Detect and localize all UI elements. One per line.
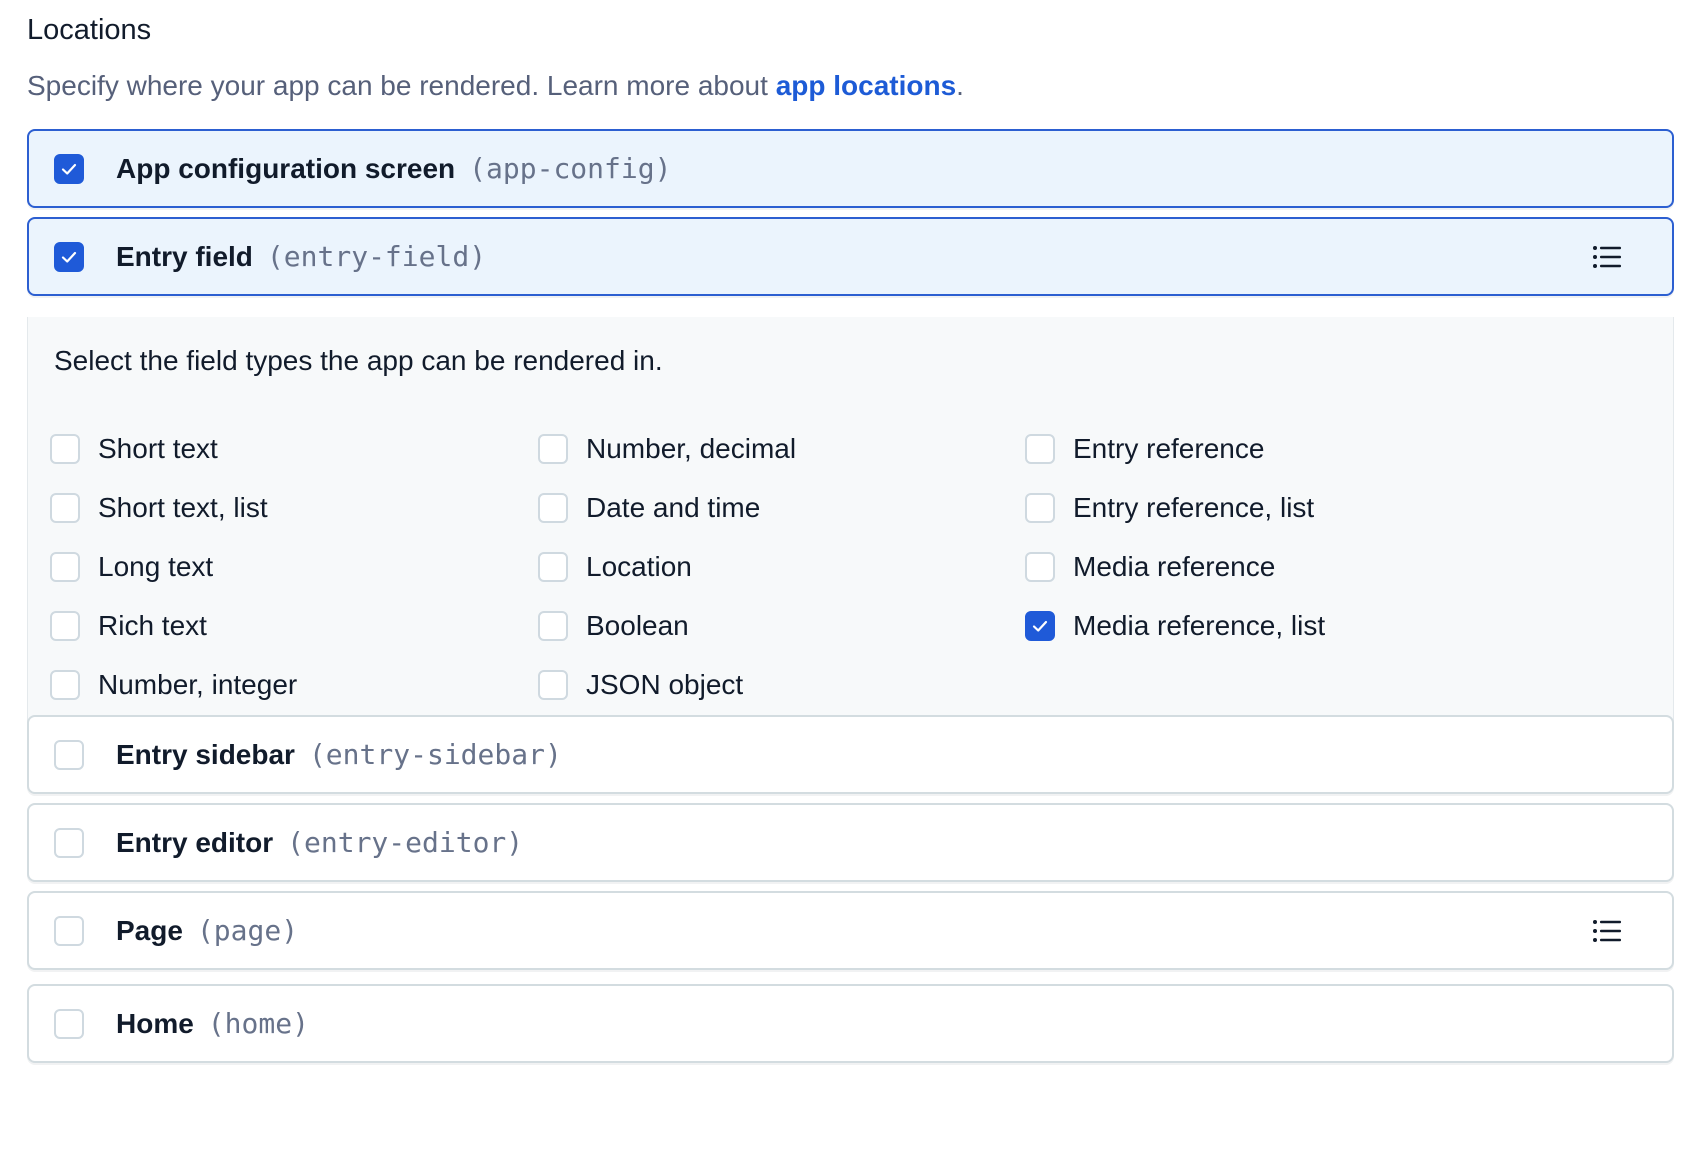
check-icon (61, 163, 77, 175)
field-type-checkbox[interactable] (1025, 611, 1055, 641)
field-type-option[interactable]: Number, decimal (538, 429, 796, 469)
field-type-option[interactable]: Long text (50, 547, 213, 587)
field-type-label: Number, integer (98, 669, 298, 700)
field-type-label: Date and time (586, 492, 761, 523)
location-label: App configuration screen (116, 152, 456, 184)
location-code: (entry-sidebar) (308, 738, 562, 771)
field-type-option[interactable]: Entry reference (1025, 429, 1264, 469)
location-label: Entry editor (116, 826, 274, 858)
field-type-label: Media reference, list (1073, 610, 1326, 641)
location-entry-field[interactable]: Entry field (entry-field) (27, 217, 1674, 296)
field-type-checkbox[interactable] (1025, 434, 1055, 464)
section-title: Locations (27, 14, 152, 46)
field-type-checkbox[interactable] (1025, 493, 1055, 523)
field-type-option[interactable]: Rich text (50, 606, 207, 646)
location-label: Home (116, 1007, 194, 1039)
app-locations-link[interactable]: app locations (776, 70, 956, 101)
location-code: (home) (207, 1007, 309, 1040)
field-type-option[interactable]: Short text, list (50, 488, 268, 528)
field-type-label: JSON object (586, 669, 744, 700)
field-type-label: Entry reference, list (1073, 492, 1315, 523)
field-type-label: Location (586, 551, 692, 582)
location-page[interactable]: Page (page) (27, 891, 1674, 970)
field-type-label: Short text (98, 433, 218, 464)
field-type-label: Boolean (586, 610, 689, 641)
location-code: (entry-field) (266, 240, 487, 273)
field-type-option[interactable]: Number, integer (50, 665, 297, 705)
location-label: Entry sidebar (116, 738, 295, 770)
location-code: (entry-editor) (287, 826, 524, 859)
section-description: Specify where your app can be rendered. … (27, 70, 964, 102)
check-icon (61, 251, 77, 263)
field-type-label: Entry reference (1073, 433, 1265, 464)
field-type-option[interactable]: Location (538, 547, 692, 587)
location-label: Page (116, 914, 183, 946)
field-type-checkbox[interactable] (538, 552, 568, 582)
field-type-checkbox[interactable] (50, 493, 80, 523)
list-icon[interactable] (1592, 919, 1622, 943)
location-entry-editor[interactable]: Entry editor (entry-editor) (27, 803, 1674, 882)
field-type-option[interactable]: Short text (50, 429, 218, 469)
field-type-option[interactable]: Date and time (538, 488, 760, 528)
field-type-label: Long text (98, 551, 214, 582)
page-checkbox[interactable] (54, 915, 84, 946)
description-text: Specify where your app can be rendered. … (27, 70, 776, 101)
list-icon[interactable] (1592, 245, 1622, 269)
entry-sidebar-checkbox[interactable] (54, 739, 84, 770)
field-type-checkbox[interactable] (1025, 552, 1055, 582)
field-type-checkbox[interactable] (538, 434, 568, 464)
field-type-option[interactable]: Boolean (538, 606, 689, 646)
location-label: Entry field (116, 240, 253, 272)
field-type-option[interactable]: JSON object (538, 665, 743, 705)
field-type-label: Short text, list (98, 492, 268, 523)
field-type-checkbox[interactable] (538, 611, 568, 641)
field-type-checkbox[interactable] (50, 552, 80, 582)
field-type-option[interactable]: Media reference (1025, 547, 1275, 587)
field-type-label: Number, decimal (586, 433, 797, 464)
field-types-hint: Select the field types the app can be re… (54, 345, 663, 376)
location-code: (page) (196, 914, 299, 947)
field-type-label: Media reference (1073, 551, 1276, 582)
entry-editor-checkbox[interactable] (54, 827, 84, 858)
field-types-panel: Select the field types the app can be re… (27, 317, 1674, 763)
field-type-option[interactable]: Media reference, list (1025, 606, 1325, 646)
location-app-config[interactable]: App configuration screen (app-config) (27, 129, 1674, 208)
field-type-label: Rich text (98, 610, 207, 641)
field-type-option[interactable]: Entry reference, list (1025, 488, 1314, 528)
field-type-checkbox[interactable] (50, 670, 80, 700)
location-code: (app-config) (469, 152, 672, 185)
home-checkbox[interactable] (54, 1008, 84, 1039)
field-type-checkbox[interactable] (50, 434, 80, 464)
description-suffix: . (956, 70, 964, 101)
field-type-checkbox[interactable] (50, 611, 80, 641)
entry-field-checkbox[interactable] (54, 241, 84, 272)
field-type-checkbox[interactable] (538, 493, 568, 523)
location-home[interactable]: Home (home) (27, 984, 1674, 1063)
check-icon (1032, 620, 1048, 632)
location-entry-sidebar[interactable]: Entry sidebar (entry-sidebar) (27, 715, 1674, 794)
app-config-checkbox[interactable] (54, 153, 84, 184)
field-type-checkbox[interactable] (538, 670, 568, 700)
